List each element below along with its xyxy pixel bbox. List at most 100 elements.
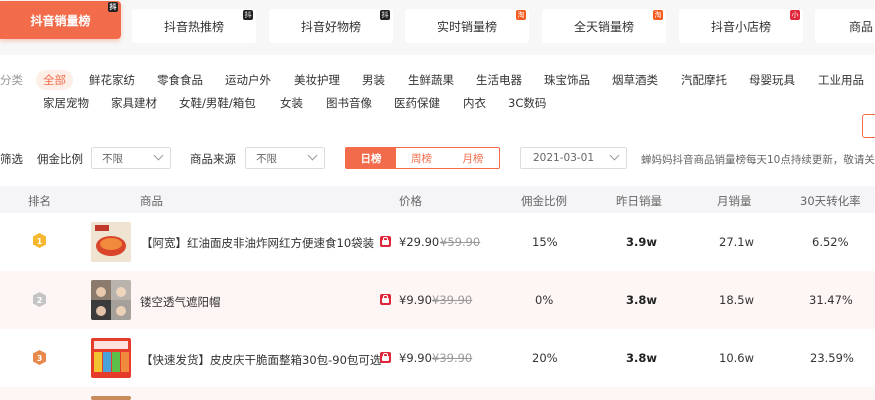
period-day[interactable]: 日榜 (345, 147, 397, 169)
product-title[interactable]: 镂空透气遮阳帽 (140, 294, 221, 310)
category-item[interactable]: 图书音像 (326, 95, 372, 111)
commission-rate: 0% (535, 293, 554, 307)
category-item[interactable]: 女装 (280, 95, 303, 111)
column-conversion[interactable]: 30天转化率 (800, 193, 861, 209)
tab-douyin-hot[interactable]: 抖音热推榜 抖 (132, 9, 256, 43)
column-rank: 排名 (28, 194, 51, 208)
source-label: 商品来源 (190, 152, 236, 166)
commission-label: 佣金比例 (37, 152, 83, 166)
rank-medal-icon: 1 (33, 233, 46, 248)
category-item[interactable]: 运动户外 (225, 72, 271, 88)
tab-label: 抖音小店榜 (710, 19, 771, 34)
category-item[interactable]: 鲜花家纺 (89, 72, 135, 88)
svg-text:2: 2 (37, 296, 43, 305)
category-item[interactable]: 烟草酒类 (612, 72, 658, 88)
tab-goods[interactable]: 商品 (815, 9, 875, 43)
tab-label: 抖音好物榜 (300, 19, 361, 34)
douyin-icon: 抖 (108, 2, 118, 12)
tab-allday-sales[interactable]: 全天销量榜 淘 (542, 9, 666, 43)
category-item[interactable]: 内衣 (463, 95, 486, 111)
yesterday-sales: 3.8w (626, 351, 657, 365)
category-item[interactable]: 3C数码 (508, 95, 546, 111)
category-all[interactable]: 全部 (36, 70, 73, 90)
price: ¥9.90 (399, 293, 432, 307)
shop-badge-icon: 小 (790, 10, 800, 20)
category-item[interactable]: 零食食品 (157, 72, 203, 88)
chevron-down-icon (307, 150, 318, 161)
shop-icon (380, 294, 391, 305)
rank-medal-icon: 3 (33, 350, 46, 365)
period-month[interactable]: 月榜 (447, 147, 500, 169)
column-yesterday-sales[interactable]: 昨日销量 (616, 193, 662, 209)
tab-douyin-sales[interactable]: 抖音销量榜 抖 (0, 1, 121, 39)
source-value: 不限 (256, 152, 277, 165)
tab-label: 全天销量榜 (573, 19, 634, 34)
commission-value: 不限 (102, 152, 123, 165)
original-price: ¥59.90 (440, 235, 481, 249)
svg-text:1: 1 (37, 237, 43, 246)
monthly-sales: 18.5w (719, 293, 755, 307)
tab-label: 抖音销量榜 (30, 13, 91, 28)
table-row[interactable] (0, 387, 875, 400)
product-title[interactable]: 【快速发货】皮皮庆干脆面整箱30包-90包可选 (141, 352, 381, 368)
yesterday-sales: 3.9w (626, 235, 657, 249)
ranking-tabs: 抖音销量榜 抖 抖音热推榜 抖 抖音好物榜 抖 实时销量榜 淘 全天销量榜 淘 … (0, 0, 875, 55)
column-price: 价格 (399, 194, 422, 208)
product-title[interactable]: 【阿宽】红油面皮非油炸网红方便速食10袋装 (141, 235, 374, 251)
category-item[interactable]: 家居宠物 (43, 95, 89, 111)
table-header: 排名 商品 价格 佣金比例 昨日销量 月销量 30天转化率 (0, 186, 875, 213)
category-item[interactable]: 女鞋/男鞋/箱包 (179, 95, 256, 111)
commission-rate: 20% (532, 351, 558, 365)
category-row: 分类 全部 鲜花家纺 零食食品 运动户外 美妆护理 男装 生鲜蔬果 生活电器 珠… (0, 70, 875, 91)
chevron-down-icon (153, 150, 164, 161)
douyin-icon: 抖 (380, 10, 390, 20)
date-picker[interactable]: 2021-03-01 (520, 147, 627, 169)
tab-douyin-shop[interactable]: 抖音小店榜 小 (679, 9, 803, 43)
conversion-rate: 6.52% (812, 235, 849, 249)
period-week[interactable]: 周榜 (396, 147, 448, 169)
column-product: 商品 (140, 194, 163, 208)
tab-douyin-goods[interactable]: 抖音好物榜 抖 (269, 9, 393, 43)
taobao-icon: 淘 (653, 10, 663, 20)
commission-select[interactable]: 不限 (91, 147, 171, 169)
chevron-down-icon (609, 150, 620, 161)
table-row[interactable]: 1 【阿宽】红油面皮非油炸网红方便速食10袋装 ¥29.90 ¥59.90 15… (0, 213, 875, 271)
category-item[interactable]: 母婴玩具 (749, 72, 795, 88)
column-monthly-sales[interactable]: 月销量 (717, 193, 752, 209)
shop-icon (380, 236, 391, 247)
category-item[interactable]: 工业用品 (818, 72, 864, 88)
product-image[interactable] (91, 338, 131, 378)
update-note: 蝉妈妈抖音商品销量榜每天10点持续更新，敬请关注 (641, 154, 875, 166)
table-row[interactable]: 2 镂空透气遮阳帽 ¥9.90 ¥39.90 0% 3.8w 18.5w 31.… (0, 271, 875, 329)
svg-text:3: 3 (37, 354, 43, 363)
category-item[interactable]: 珠宝饰品 (544, 72, 590, 88)
table-row[interactable]: 3 【快速发货】皮皮庆干脆面整箱30包-90包可选 ¥9.90 ¥39.90 2… (0, 329, 875, 387)
date-value: 2021-03-01 (533, 152, 595, 164)
product-image[interactable] (91, 222, 131, 262)
source-select[interactable]: 不限 (245, 147, 325, 169)
tab-realtime-sales[interactable]: 实时销量榜 淘 (405, 9, 529, 43)
category-item[interactable]: 生鲜蔬果 (408, 72, 454, 88)
category-item[interactable]: 美妆护理 (294, 72, 340, 88)
tab-label: 商品 (849, 19, 874, 34)
monthly-sales: 27.1w (719, 235, 755, 249)
rank-medal-icon: 2 (33, 292, 46, 307)
taobao-icon: 淘 (516, 10, 526, 20)
category-item[interactable]: 医药保健 (394, 95, 440, 111)
category-item[interactable]: 生活电器 (476, 72, 522, 88)
side-action-button[interactable] (862, 114, 875, 138)
conversion-rate: 31.47% (809, 293, 853, 307)
original-price: ¥39.90 (432, 293, 473, 307)
column-commission[interactable]: 佣金比例 (521, 193, 567, 209)
category-item[interactable]: 汽配摩托 (681, 72, 727, 88)
category-label: 分类 (0, 73, 23, 87)
product-image[interactable] (91, 396, 131, 400)
original-price: ¥39.90 (432, 351, 473, 365)
yesterday-sales: 3.8w (626, 293, 657, 307)
conversion-rate: 23.59% (810, 351, 854, 365)
monthly-sales: 10.6w (719, 351, 755, 365)
category-item[interactable]: 家具建材 (111, 95, 157, 111)
price: ¥9.90 (399, 351, 432, 365)
product-image[interactable] (91, 280, 131, 320)
category-item[interactable]: 男装 (362, 72, 385, 88)
